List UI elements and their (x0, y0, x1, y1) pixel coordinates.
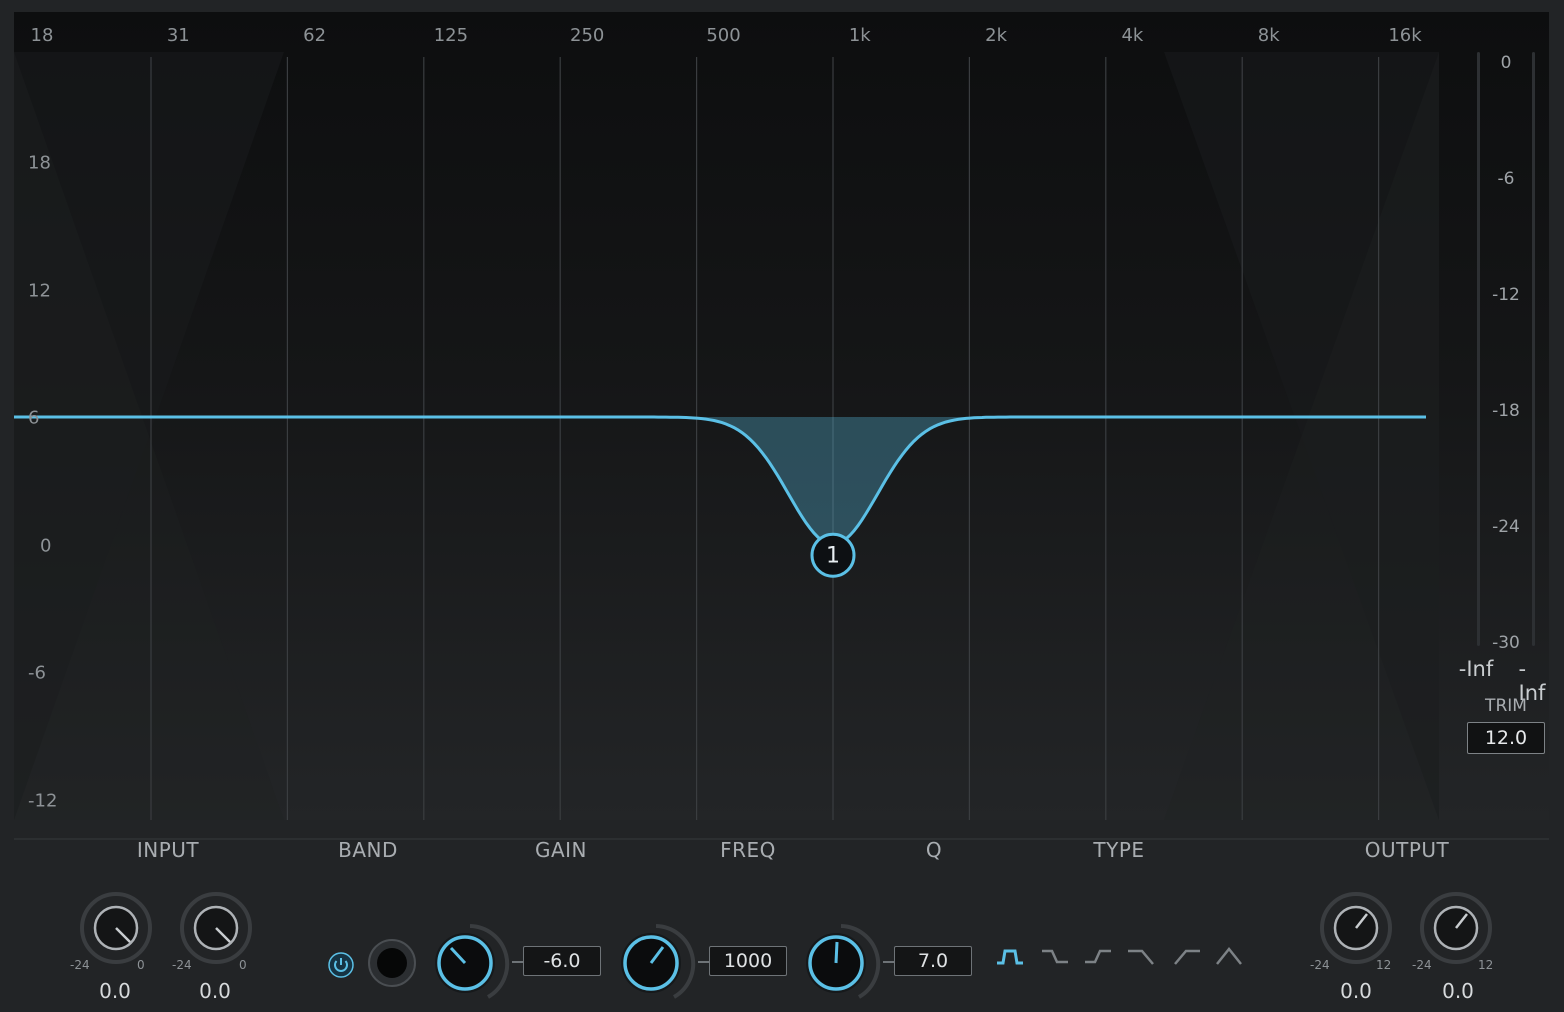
freq-value-field[interactable]: 1000 (709, 946, 787, 976)
output-right-min: -24 (1412, 958, 1432, 972)
high-shelf-icon[interactable] (1083, 943, 1113, 971)
input-left-value: 0.0 (99, 979, 131, 1003)
db-tick-label: 12 (28, 280, 51, 301)
band-1-node[interactable]: 1 (810, 532, 856, 578)
trim-field[interactable]: 12.0 (1467, 722, 1545, 754)
db-tick-label: -6 (28, 662, 46, 684)
output-right-knob-group: -24 12 0.0 (1412, 890, 1494, 1003)
output-left-knob[interactable] (1318, 890, 1394, 966)
gain-value-field[interactable]: -6.0 (523, 946, 601, 976)
input-left-min: -24 (70, 958, 90, 972)
meter-scale-label: -30 (1492, 633, 1520, 653)
q-knob[interactable] (799, 922, 883, 1006)
meter-scale-label: -12 (1492, 285, 1520, 305)
freq-tick-label: 4k (1121, 25, 1144, 46)
high-pass-icon[interactable] (1172, 943, 1202, 971)
input-left-max: 0 (137, 958, 145, 972)
freq-tick-label: 31 (166, 25, 190, 46)
eq-curve-fill (686, 417, 978, 545)
type-label: TYPE (1093, 838, 1145, 862)
q-value-field[interactable]: 7.0 (894, 946, 972, 976)
meter-left-channel (1477, 52, 1480, 646)
meter-scale-label: -24 (1492, 517, 1520, 537)
input-right-min: -24 (172, 958, 192, 972)
freq-tick-label: 125 (433, 25, 469, 46)
output-right-knob[interactable] (1418, 890, 1494, 966)
band-select-button[interactable] (366, 937, 418, 989)
low-pass-icon[interactable] (1126, 943, 1156, 971)
freq-tick-label: 8k (1257, 25, 1280, 46)
notch-icon[interactable] (1214, 943, 1244, 971)
freq-tick-label: 18 (30, 25, 54, 46)
output-right-value: 0.0 (1442, 979, 1474, 1003)
input-right-knob[interactable] (178, 890, 254, 966)
eq-curve-line (14, 415, 1426, 546)
eq-display[interactable]: 1 18 31 62 125 250 500 1k 2k 4k 8k 16k 18 12 6 0 -6 -12… (14, 12, 1549, 820)
controls-divider (14, 838, 1549, 840)
gain-knob[interactable] (428, 922, 512, 1006)
meter-right-channel (1532, 52, 1535, 646)
meter-left-value: -Inf (1458, 657, 1494, 681)
freq-label: FREQ (720, 838, 776, 862)
output-left-max: 12 (1376, 958, 1392, 972)
freq-knob[interactable] (614, 922, 698, 1006)
low-shelf-icon[interactable] (1040, 943, 1070, 971)
input-right-max: 0 (239, 958, 247, 972)
band-1-number: 1 (826, 544, 840, 569)
input-left-knob[interactable] (78, 890, 154, 966)
freq-tick-label: 2k (985, 25, 1008, 46)
db-tick-label: 6 (28, 407, 40, 429)
db-tick-label: -12 (28, 790, 58, 811)
band-power-button[interactable] (326, 950, 356, 980)
meter-scale-label: -6 (1497, 169, 1515, 189)
meter-scale-label: 0 (1500, 53, 1512, 73)
output-label: OUTPUT (1364, 838, 1450, 862)
band-label: BAND (338, 838, 398, 862)
output-left-knob-group: -24 12 0.0 (1310, 890, 1394, 1003)
trim-label: TRIM (1485, 696, 1527, 716)
freq-tick-label: 250 (570, 25, 605, 46)
input-label: INPUT (136, 838, 200, 862)
output-left-min: -24 (1310, 958, 1330, 972)
db-tick-label: 0 (40, 535, 52, 556)
db-tick-label: 18 (28, 152, 51, 174)
freq-tick-label: 62 (303, 25, 327, 46)
freq-tick-label: 16k (1388, 25, 1422, 46)
bell-icon[interactable] (995, 943, 1025, 971)
q-label: Q (925, 838, 943, 862)
input-left-knob-group: -24 0 0.0 (70, 890, 154, 1003)
meter-scale-label: -18 (1492, 401, 1520, 421)
input-right-knob-group: -24 0 0.0 (172, 890, 254, 1003)
eq-graph[interactable]: 1 (14, 12, 1549, 820)
input-right-value: 0.0 (199, 979, 231, 1003)
freq-tick-label: 1k (848, 25, 871, 46)
output-right-max: 12 (1478, 958, 1494, 972)
output-left-value: 0.0 (1340, 979, 1372, 1003)
output-meter: 0 -6 -12 -18 -24 -30 -Inf -Inf TRIM 12.0 (1444, 12, 1549, 820)
gain-label: GAIN (534, 838, 588, 862)
freq-tick-label: 500 (706, 25, 741, 46)
